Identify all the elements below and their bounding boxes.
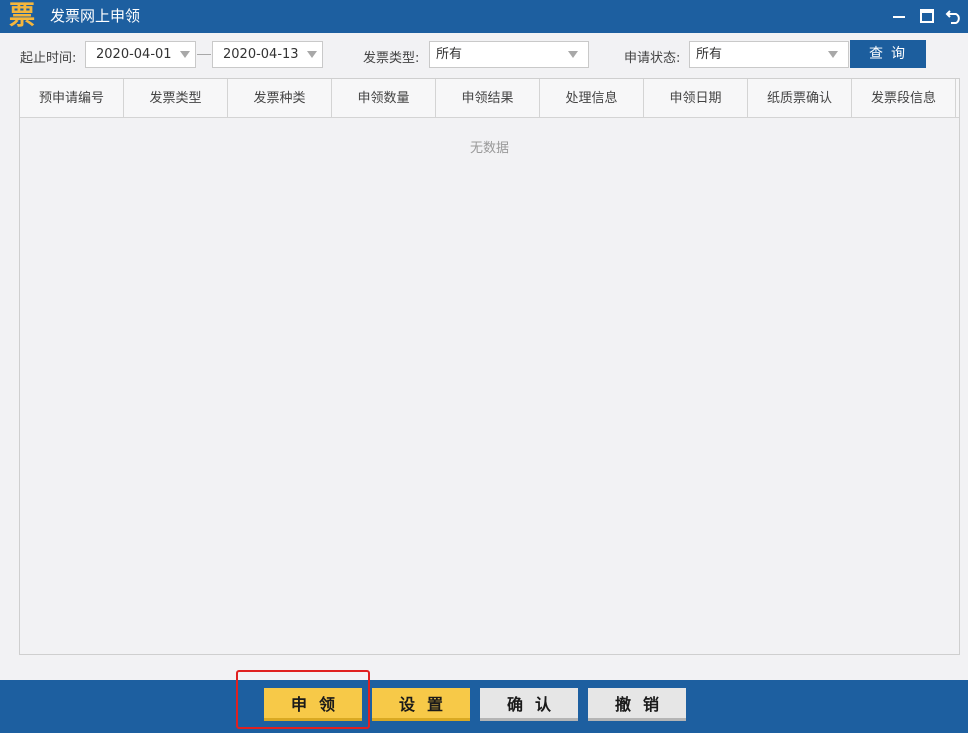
- column-header-pre-application-number[interactable]: 预申请编号: [20, 79, 124, 118]
- chevron-down-icon: [307, 51, 317, 58]
- start-date-value: 2020-04-01: [96, 47, 172, 62]
- window-title: 发票网上申领: [50, 7, 141, 25]
- results-table: 预申请编号 发票类型 发票种类 申领数量 申领结果 处理信息 申领日期 纸质票确…: [19, 78, 960, 655]
- end-date-select[interactable]: 2020-04-13: [212, 41, 323, 68]
- status-select[interactable]: 所有: [689, 41, 849, 68]
- column-header-date[interactable]: 申领日期: [644, 79, 748, 118]
- column-header-quantity[interactable]: 申领数量: [332, 79, 436, 118]
- empty-state-text: 无数据: [469, 141, 509, 156]
- confirm-button[interactable]: 确认: [480, 688, 578, 721]
- invoice-type-label: 发票类型:: [363, 51, 420, 66]
- query-button[interactable]: 查询: [850, 40, 926, 68]
- cancel-button[interactable]: 撤销: [588, 688, 686, 721]
- filter-bar: 起止时间: 2020-04-01 2020-04-13 发票类型: 所有 申请状…: [0, 33, 968, 77]
- column-header-result[interactable]: 申领结果: [436, 79, 540, 118]
- main-content: 起止时间: 2020-04-01 2020-04-13 发票类型: 所有 申请状…: [0, 33, 968, 680]
- end-date-value: 2020-04-13: [223, 47, 299, 62]
- chevron-down-icon: [568, 51, 578, 58]
- column-header-invoice-kind[interactable]: 发票种类: [228, 79, 332, 118]
- apply-button[interactable]: 申领: [264, 688, 362, 721]
- start-date-select[interactable]: 2020-04-01: [85, 41, 196, 68]
- chevron-down-icon: [180, 51, 190, 58]
- date-separator: [197, 54, 211, 55]
- title-bar: 票 发票网上申领: [0, 0, 968, 33]
- status-value: 所有: [696, 47, 723, 62]
- back-icon[interactable]: [943, 4, 965, 28]
- settings-button[interactable]: 设置: [372, 688, 470, 721]
- column-header-invoice-type[interactable]: 发票类型: [124, 79, 228, 118]
- invoice-type-select[interactable]: 所有: [429, 41, 589, 68]
- action-bar: 申领 设置 确认 撤销: [0, 680, 968, 733]
- column-header-processing-info[interactable]: 处理信息: [540, 79, 644, 118]
- status-label: 申请状态:: [624, 51, 681, 66]
- app-logo-icon: 票: [8, 1, 35, 31]
- chevron-down-icon: [828, 51, 838, 58]
- maximize-icon[interactable]: [916, 4, 938, 28]
- minimize-icon[interactable]: [888, 4, 910, 28]
- column-header-paper-confirm[interactable]: 纸质票确认: [748, 79, 852, 118]
- invoice-type-value: 所有: [436, 47, 463, 62]
- table-header: 预申请编号 发票类型 发票种类 申领数量 申领结果 处理信息 申领日期 纸质票确…: [20, 79, 959, 118]
- date-range-label: 起止时间:: [20, 51, 77, 66]
- column-header-segment-info[interactable]: 发票段信息: [852, 79, 956, 118]
